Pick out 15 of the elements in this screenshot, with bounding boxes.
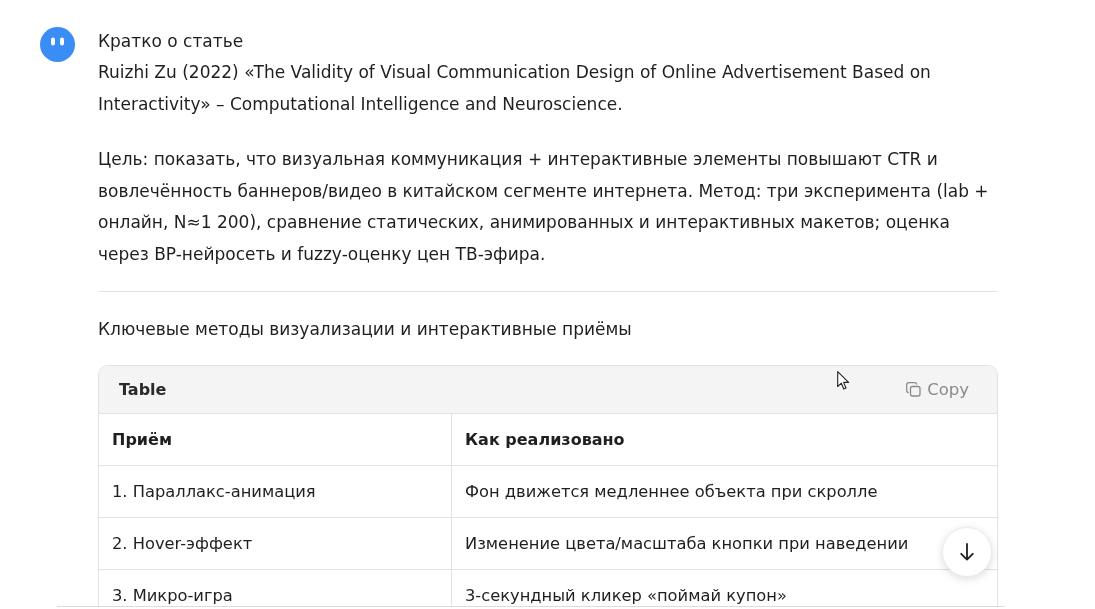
section-heading: Ключевые методы визуализации и интерактивные приёмы (98, 318, 633, 341)
column-header: Приём (99, 414, 452, 466)
copy-icon (906, 382, 922, 397)
message-title: Кратко о статье (98, 30, 245, 53)
message-paragraph: Цель: показать, что визуальная коммуникация + интерактивные элементы повышают CTR и вовлечённость баннеров/видео в китайском сегменте интернета. Метод: три эксперимента (lab + онлайн, N≈1 200), сравнение статических, анимированных и интерактивных макетов; оценка через BP-нейросеть и fuzzy-оценку цен ТВ-эфира. (98, 148, 990, 266)
table-cell: 1. Параллакс-анимация (99, 465, 452, 518)
message-paragraph: Ruizhi Zu (2022) «The Validity of Visual Communication Design of Online Advertisement Based on Interactivity» – Computational Intelligence and Neuroscience. (98, 61, 932, 116)
mouse-pointer-icon (837, 371, 850, 390)
copy-button[interactable]: Copy (906, 378, 969, 401)
table-label: Table (119, 380, 167, 399)
avatar-icon (40, 27, 75, 62)
arrow-down-icon (960, 543, 974, 561)
table-cell: Фон движется медленнее объекта при скролле (451, 465, 997, 518)
column-header: Как реализовано (451, 414, 997, 466)
table-cell: 2. Hover-эффект (99, 517, 452, 570)
